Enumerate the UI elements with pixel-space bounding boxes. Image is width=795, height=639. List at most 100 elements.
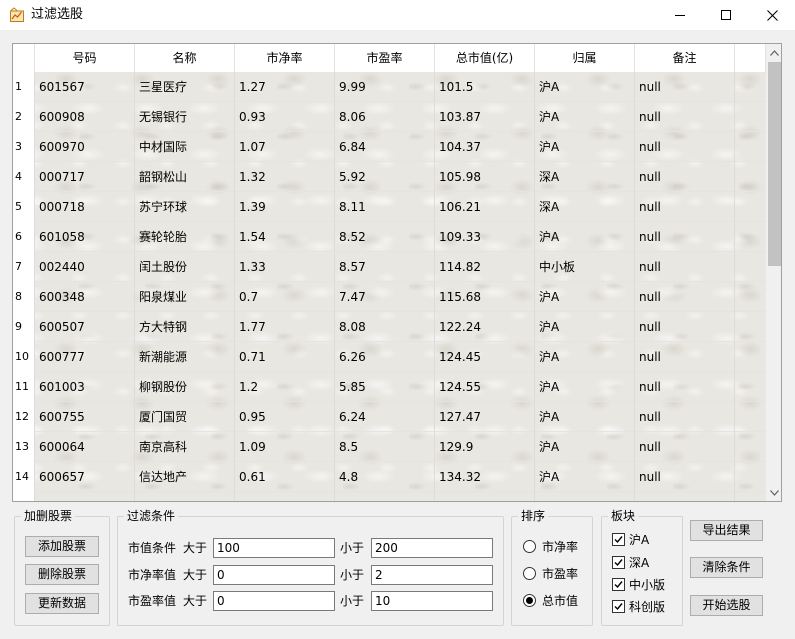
table-row[interactable]: 6 601058 赛轮轮胎 1.54 8.52 109.33 沪A null [13, 222, 766, 252]
pb-min-input[interactable] [213, 565, 335, 585]
row-number: 2 [13, 102, 35, 132]
export-results-button[interactable]: 导出结果 [690, 520, 763, 541]
stock-table[interactable]: 号码 名称 市净率 市盈率 总市值(亿) 归属 备注 1 601567 三星医疗 1.… [12, 43, 782, 502]
clear-conditions-button[interactable]: 清除条件 [690, 557, 763, 578]
update-data-button[interactable]: 更新数据 [25, 593, 99, 614]
board-checkbox-sh-a[interactable] [612, 533, 625, 546]
sort-label-market-cap[interactable]: 总市值 [542, 593, 578, 609]
cell-pb [235, 492, 335, 501]
cell-filler [735, 312, 766, 342]
table-row[interactable]: 7 002440 闰土股份 1.33 8.57 114.82 中小板 null [13, 252, 766, 282]
cell-pb: 0.71 [235, 342, 335, 372]
scroll-down-button[interactable] [766, 484, 781, 501]
title-bar[interactable]: 过滤选股 [0, 0, 795, 30]
cell-code: 000717 [35, 162, 135, 192]
cell-code: 002440 [35, 252, 135, 282]
cell-filler [735, 282, 766, 312]
table-header: 号码 名称 市净率 市盈率 总市值(亿) 归属 备注 [13, 44, 766, 72]
scroll-up-button[interactable] [766, 44, 781, 61]
app-icon [10, 7, 24, 22]
cell-pe: 6.84 [335, 132, 435, 162]
cell-filler [735, 402, 766, 432]
start-screening-button[interactable]: 开始选股 [690, 595, 763, 616]
cell-note: null [635, 402, 735, 432]
market-cap-min-input[interactable] [213, 538, 335, 558]
cell-name: 韶钢松山 [135, 162, 235, 192]
vertical-scrollbar[interactable] [766, 44, 781, 501]
cell-note: null [635, 372, 735, 402]
scrollbar-thumb[interactable] [768, 62, 781, 266]
cell-market-cap: 109.33 [435, 222, 535, 252]
board-checkbox-sme[interactable] [612, 578, 625, 591]
cell-exchange: 沪A [535, 282, 635, 312]
cell-name: 厦门国贸 [135, 402, 235, 432]
sort-radio-pb[interactable] [523, 540, 536, 553]
table-row[interactable]: 4 000717 韶钢松山 1.32 5.92 105.98 深A null [13, 162, 766, 192]
cell-note [635, 492, 735, 501]
table-row[interactable]: 9 600507 方大特钢 1.77 8.08 122.24 沪A null [13, 312, 766, 342]
table-row[interactable]: 5 000718 苏宁环球 1.39 8.11 106.21 深A null [13, 192, 766, 222]
checkmark-icon [614, 536, 623, 544]
table-row[interactable]: 14 600657 信达地产 0.61 4.8 134.32 沪A null [13, 462, 766, 492]
board-label-sh-a[interactable]: 沪A [629, 532, 649, 548]
cell-note: null [635, 462, 735, 492]
cell-market-cap: 115.68 [435, 282, 535, 312]
table-row[interactable]: 13 600064 南京高科 1.09 8.5 129.9 沪A null [13, 432, 766, 462]
table-body: 1 601567 三星医疗 1.27 9.99 101.5 沪A null 2 600908 无锡银… [13, 72, 766, 501]
board-label-sme[interactable]: 中小版 [629, 577, 665, 593]
pe-min-input[interactable] [213, 591, 335, 611]
cell-pb: 1.32 [235, 162, 335, 192]
cell-filler [735, 162, 766, 192]
column-header-market-cap[interactable]: 总市值(亿) [435, 44, 535, 72]
column-header-pe[interactable]: 市盈率 [335, 44, 435, 72]
cell-filler [735, 342, 766, 372]
table-row[interactable]: 1 601567 三星医疗 1.27 9.99 101.5 沪A null [13, 72, 766, 102]
delete-stock-button[interactable]: 删除股票 [25, 564, 99, 585]
close-button[interactable] [749, 0, 795, 30]
board-checkbox-star[interactable] [612, 600, 625, 613]
row-number: 8 [13, 282, 35, 312]
pb-max-input[interactable] [371, 565, 493, 585]
sort-radio-market-cap[interactable] [523, 594, 536, 607]
cell-pe [335, 492, 435, 501]
row-number: 9 [13, 312, 35, 342]
pb-label: 市净率值 [128, 568, 177, 582]
board-checkbox-sz-a[interactable] [612, 556, 625, 569]
table-row[interactable]: 3 600970 中材国际 1.07 6.84 104.37 沪A null [13, 132, 766, 162]
column-header-note[interactable]: 备注 [635, 44, 735, 72]
minimize-icon [675, 15, 685, 16]
cell-code: 601058 [35, 222, 135, 252]
sort-radio-pe[interactable] [523, 567, 536, 580]
checkmark-icon [614, 603, 623, 611]
market-cap-max-input[interactable] [371, 538, 493, 558]
board-label-star[interactable]: 科创版 [629, 599, 665, 615]
filter-group-title: 过滤条件 [124, 508, 179, 524]
column-header-code[interactable]: 号码 [35, 44, 135, 72]
cell-code: 600970 [35, 132, 135, 162]
column-header-name[interactable]: 名称 [135, 44, 235, 72]
table-row[interactable]: 2 600908 无锡银行 0.93 8.06 103.87 沪A null [13, 102, 766, 132]
table-row[interactable]: 8 600348 阳泉煤业 0.7 7.47 115.68 沪A null [13, 282, 766, 312]
minimize-button[interactable] [657, 0, 703, 30]
sort-label-pb[interactable]: 市净率 [542, 539, 578, 555]
cell-code: 600348 [35, 282, 135, 312]
table-row[interactable]: 11 601003 柳钢股份 1.2 5.85 124.55 沪A null [13, 372, 766, 402]
column-header-pb[interactable]: 市净率 [235, 44, 335, 72]
add-stock-button[interactable]: 添加股票 [25, 536, 99, 557]
table-row[interactable]: 12 600755 厦门国贸 0.95 6.24 127.47 沪A null [13, 402, 766, 432]
cell-pb: 0.95 [235, 402, 335, 432]
board-label-sz-a[interactable]: 深A [629, 555, 649, 571]
cell-note: null [635, 342, 735, 372]
cell-filler [735, 252, 766, 282]
column-header-exchange[interactable]: 归属 [535, 44, 635, 72]
sort-label-pe[interactable]: 市盈率 [542, 566, 578, 582]
table-row[interactable]: 10 600777 新潮能源 0.71 6.26 124.45 沪A null [13, 342, 766, 372]
maximize-button[interactable] [703, 0, 749, 30]
cell-exchange: 沪A [535, 132, 635, 162]
pe-max-input[interactable] [371, 591, 493, 611]
table-row[interactable] [13, 492, 766, 501]
cell-note: null [635, 282, 735, 312]
header-corner [13, 44, 35, 72]
cell-pb: 0.93 [235, 102, 335, 132]
cell-pb: 1.33 [235, 252, 335, 282]
